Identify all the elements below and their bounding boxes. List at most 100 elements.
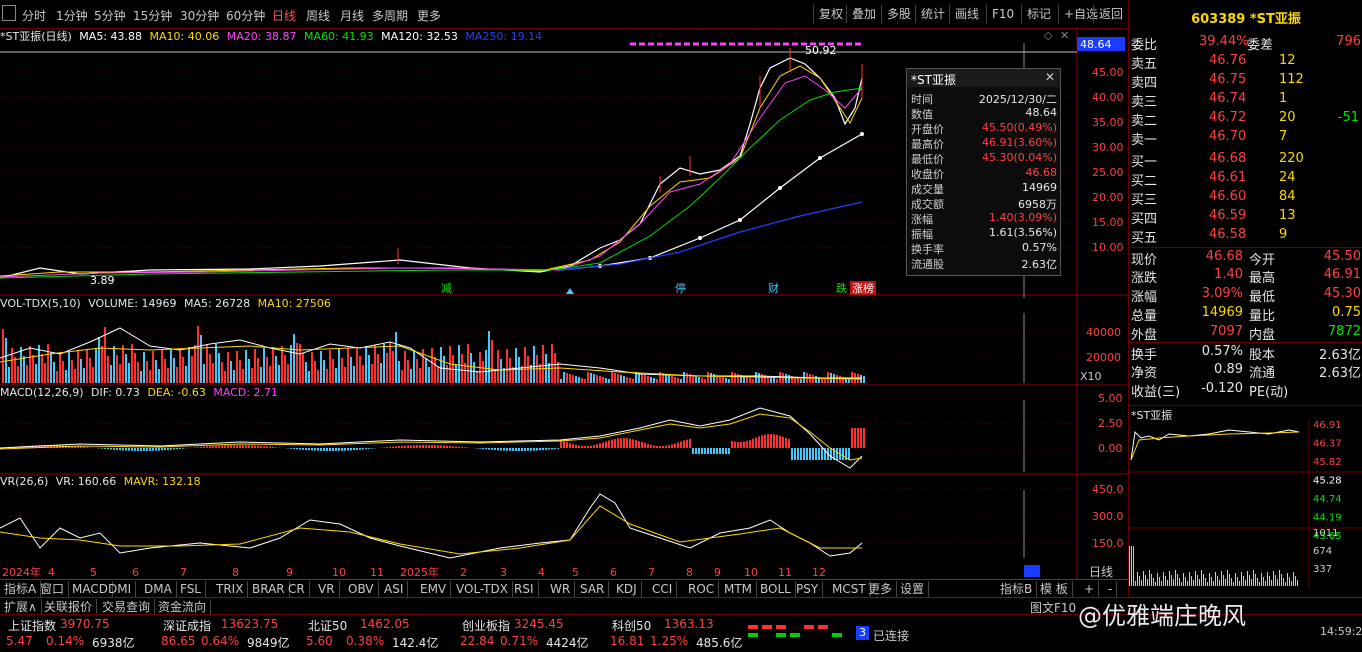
stat-row[interactable]: 外盘7097内盘7872 <box>1129 323 1362 342</box>
toolbar-button-1[interactable]: 叠加 <box>846 5 881 23</box>
weibi-row[interactable]: 委比39.44%委差796 <box>1129 33 1362 52</box>
indicator-tab-3[interactable]: DMI <box>104 581 136 597</box>
ext-tab-1[interactable]: 关联报价 <box>40 599 97 615</box>
index-amount: 9849亿 <box>247 634 290 651</box>
period-tab-1[interactable]: 1分钟 <box>56 7 88 24</box>
indicator-tab-15[interactable]: WR <box>546 581 575 597</box>
indicator-tab-4[interactable]: DMA <box>140 581 177 597</box>
stat-label: 收益(三) <box>1131 381 1180 400</box>
period-tab-0[interactable]: 分时 <box>22 7 46 24</box>
event-marker-reduce[interactable]: 减 <box>441 282 452 295</box>
index-name[interactable]: 创业板指 <box>462 617 510 634</box>
stat-row[interactable]: 净资0.89流通2.63亿 <box>1129 361 1362 380</box>
index-name[interactable]: 深证成指 <box>163 617 211 634</box>
period-tab-9[interactable]: 多周期 <box>372 7 408 24</box>
tab-right-1[interactable]: 模 板 <box>1036 581 1073 597</box>
toolbar-button-2[interactable]: 多股 <box>881 5 916 23</box>
toolbar-button-4[interactable]: 画线 <box>949 5 984 23</box>
stat-row[interactable]: 涨跌1.40最高46.91 <box>1129 266 1362 285</box>
window-menu-icon[interactable] <box>2 5 16 21</box>
indicator-tab-16[interactable]: SAR <box>576 581 609 597</box>
event-marker-finance[interactable]: 财 <box>768 281 779 295</box>
ask-row[interactable]: 卖三46.741 <box>1129 90 1362 109</box>
toolbar-button-3[interactable]: 统计 <box>915 5 950 23</box>
indicator-tab-6[interactable]: TRIX <box>212 581 248 597</box>
event-marker-fall[interactable]: 跌 <box>836 281 847 295</box>
period-tab-8[interactable]: 月线 <box>340 7 364 24</box>
mini-price-tick: 44.19 <box>1313 513 1342 524</box>
tooltip-close-icon[interactable]: ✕ <box>1045 70 1055 84</box>
ask-row[interactable]: 卖二46.7220-51 <box>1129 109 1362 128</box>
tab-right-3[interactable]: - <box>1104 581 1117 597</box>
mini-intraday-chart[interactable]: 46.9146.3745.8245.2844.7444.1943.6510116… <box>1129 420 1362 590</box>
ext-tab-3[interactable]: 资金流向 <box>154 599 211 615</box>
stat-row[interactable]: 总量14969量比0.75 <box>1129 304 1362 323</box>
bid-row[interactable]: 买五46.589 <box>1129 226 1362 245</box>
bid-row[interactable]: 买三46.6084 <box>1129 188 1362 207</box>
diamond-icon[interactable]: ◇ <box>1044 29 1052 42</box>
tab-right-0[interactable]: 指标B <box>996 581 1037 597</box>
period-tab-3[interactable]: 15分钟 <box>133 7 172 24</box>
ma10-value: MA10: 40.06 <box>150 30 220 43</box>
indicator-tab-18[interactable]: CCI <box>648 581 677 597</box>
connection-status[interactable]: 已连接 <box>873 627 909 644</box>
period-tab-6[interactable]: 日线 <box>272 7 296 24</box>
bid-row[interactable]: 买二46.6124 <box>1129 169 1362 188</box>
stat-row[interactable]: 涨幅3.09%最低45.30 <box>1129 285 1362 304</box>
data-tooltip-window[interactable]: *ST亚振 ✕ 时间2025/12/30/二数值48.64开盘价45.50(0.… <box>906 68 1061 276</box>
indicator-tab-9[interactable]: VR <box>314 581 340 597</box>
tab-right-2[interactable]: + <box>1080 581 1099 597</box>
indicator-tab-12[interactable]: EMV <box>416 581 451 597</box>
ask-row[interactable]: 卖四46.75112 <box>1129 71 1362 90</box>
time-label: 6 <box>132 566 139 579</box>
stat-row[interactable]: 现价46.68今开45.50 <box>1129 247 1362 267</box>
tooltip-header[interactable]: *ST亚振 ✕ <box>907 69 1060 87</box>
bid-row[interactable]: 买四46.5913 <box>1129 207 1362 226</box>
indicator-tab-20[interactable]: MTM <box>720 581 757 597</box>
period-tab-7[interactable]: 周线 <box>306 7 330 24</box>
indicator-tab-11[interactable]: ASI <box>380 581 408 597</box>
watermark: @优雅端庄晚风 <box>1078 596 1246 631</box>
period-tab-2[interactable]: 5分钟 <box>94 7 126 24</box>
event-marker-list[interactable]: 涨榜 <box>852 281 874 295</box>
volume-indicator-title[interactable]: VOL-TDX(5,10) <box>0 297 81 310</box>
period-tab-10[interactable]: 更多 <box>417 7 441 24</box>
indicator-tab-8[interactable]: CR <box>284 581 310 597</box>
index-name[interactable]: 北证50 <box>308 617 347 634</box>
index-name[interactable]: 上证指数 <box>8 617 56 634</box>
indicator-tab-22[interactable]: PSY <box>792 581 823 597</box>
indicator-tab-21[interactable]: BOLL <box>756 581 796 597</box>
weibi-value: 39.44% <box>1199 34 1249 49</box>
stat-row[interactable]: 收益(三)-0.120PE(动) <box>1129 380 1362 399</box>
toolbar-button-5[interactable]: F10 <box>986 5 1019 23</box>
event-marker-halt[interactable]: 停 <box>675 281 686 295</box>
indicator-tab-10[interactable]: OBV <box>344 581 379 597</box>
time-axis-mode[interactable]: 日线 <box>1089 565 1113 579</box>
ask-volume: 112 <box>1279 72 1304 87</box>
ask-row[interactable]: 卖五46.7612 <box>1129 52 1362 71</box>
indicator-tab-17[interactable]: KDJ <box>612 581 642 597</box>
vr-indicator-title[interactable]: VR(26,6) <box>0 475 48 488</box>
bid-row[interactable]: 买一46.68220 <box>1129 150 1362 169</box>
stat-row[interactable]: 换手0.57%股本2.63亿 <box>1129 342 1362 362</box>
indicator-tab-13[interactable]: VOL-TDX <box>452 581 513 597</box>
indicator-tab-1[interactable]: 窗口 <box>36 581 69 597</box>
index-name[interactable]: 科创50 <box>612 617 651 634</box>
macd-indicator-title[interactable]: MACD(12,26,9) <box>0 386 84 399</box>
stat-value: -0.120 <box>1201 381 1243 396</box>
indicator-tab-24[interactable]: 更多 <box>864 581 897 597</box>
close-icon[interactable]: ✕ <box>1060 29 1069 42</box>
indicator-tab-19[interactable]: ROC <box>684 581 719 597</box>
ext-tab-2[interactable]: 交易查询 <box>98 599 155 615</box>
period-tab-4[interactable]: 30分钟 <box>180 7 219 24</box>
toolbar-button-0[interactable]: 复权 <box>813 5 848 23</box>
price-tick: 10.00 <box>1092 241 1124 254</box>
indicator-tab-5[interactable]: FSL <box>176 581 206 597</box>
ext-tab-0[interactable]: 扩展∧ <box>0 599 42 615</box>
ask-row[interactable]: 卖一46.707 <box>1129 128 1362 147</box>
toolbar-button-6[interactable]: 标记 <box>1021 5 1056 23</box>
toolbar-button-8[interactable]: 返回 <box>1093 5 1128 23</box>
indicator-tab-25[interactable]: 设置 <box>896 581 929 597</box>
period-tab-5[interactable]: 60分钟 <box>226 7 265 24</box>
indicator-tab-14[interactable]: RSI <box>510 581 539 597</box>
